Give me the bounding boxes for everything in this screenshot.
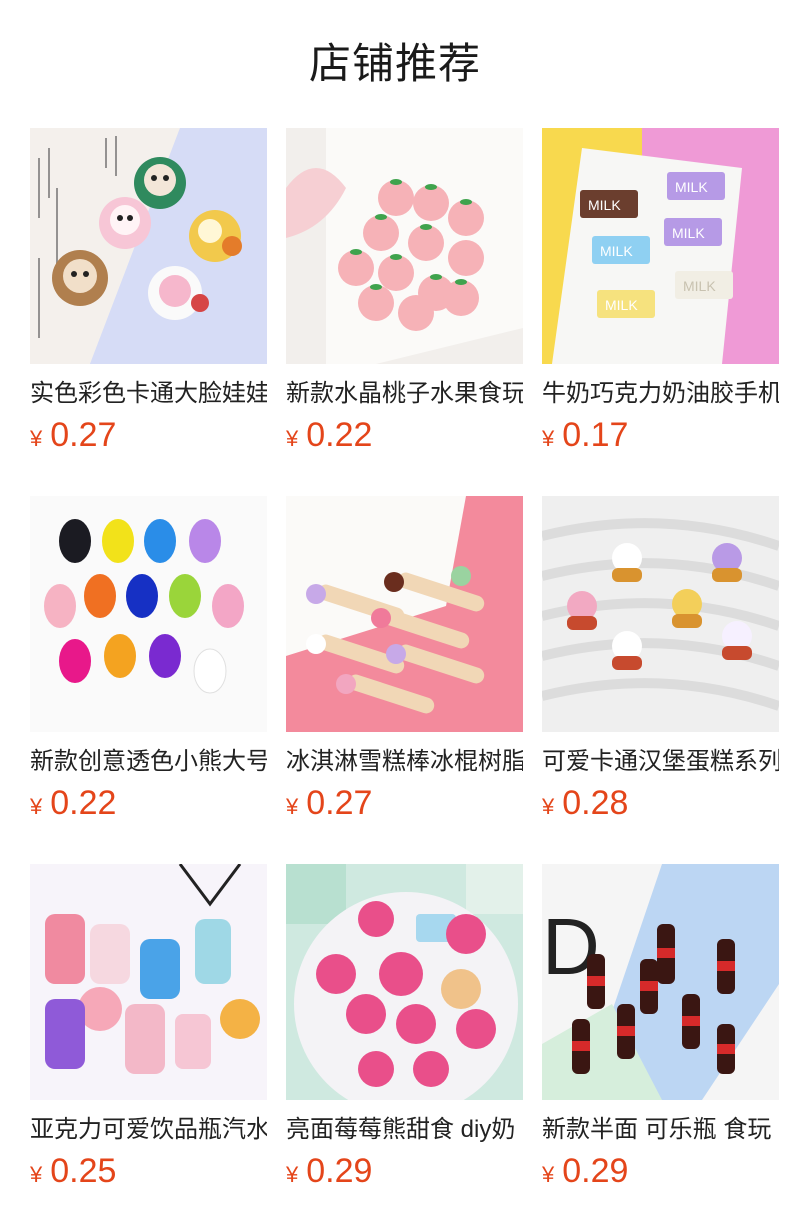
product-title[interactable]: 冰淇淋雪糕棒冰棍树脂: [286, 746, 523, 778]
currency-symbol: ¥: [542, 794, 555, 819]
product-price: ¥ 0.27: [30, 416, 116, 456]
svg-text:MILK: MILK: [672, 225, 705, 241]
page-title: 店铺推荐: [308, 39, 481, 87]
currency-symbol: ¥: [30, 794, 43, 819]
currency-symbol: ¥: [286, 1162, 299, 1187]
product-title[interactable]: 新款半面 可乐瓶 食玩: [542, 1114, 779, 1146]
product-title[interactable]: 可爱卡通汉堡蛋糕系列: [542, 746, 779, 778]
product-image[interactable]: D: [542, 864, 779, 1100]
product-title[interactable]: 新款创意透色小熊大号: [30, 746, 267, 778]
svg-text:MILK: MILK: [683, 278, 716, 294]
product-price: ¥ 0.17: [542, 416, 628, 456]
price-value: 0.22: [306, 416, 373, 454]
product-title[interactable]: 实色彩色卡通大脸娃娃: [30, 378, 267, 410]
currency-symbol: ¥: [30, 426, 43, 451]
product-price: ¥ 0.28: [542, 784, 628, 824]
product-card[interactable]: 实色彩色卡通大脸娃娃 ¥ 0.27: [30, 128, 267, 468]
product-card[interactable]: 冰淇淋雪糕棒冰棍树脂 ¥ 0.27: [286, 496, 523, 836]
product-image[interactable]: [542, 496, 779, 732]
product-card[interactable]: MILK MILK MILK MILK MILK MILK 牛奶巧克力奶油胶手机 ¥…: [542, 128, 779, 468]
product-price: ¥ 0.25: [30, 1152, 116, 1192]
product-image[interactable]: [30, 496, 267, 732]
recommend-header: 店铺推荐: [0, 0, 790, 128]
currency-symbol: ¥: [542, 1162, 555, 1187]
product-price: ¥ 0.27: [286, 784, 372, 824]
product-price: ¥ 0.29: [542, 1152, 628, 1192]
product-title[interactable]: 新款水晶桃子水果食玩: [286, 378, 523, 410]
product-price: ¥ 0.22: [286, 416, 372, 456]
price-value: 0.28: [562, 784, 629, 822]
product-card[interactable]: 新款水晶桃子水果食玩 ¥ 0.22: [286, 128, 523, 468]
price-value: 0.22: [50, 784, 117, 822]
product-image[interactable]: [286, 864, 523, 1100]
product-price: ¥ 0.22: [30, 784, 116, 824]
product-card[interactable]: D 新款半面 可乐瓶 食玩 ¥ 0.29: [542, 864, 779, 1204]
currency-symbol: ¥: [286, 794, 299, 819]
product-title[interactable]: 亮面莓莓熊甜食 diy奶: [286, 1114, 523, 1146]
currency-symbol: ¥: [542, 426, 555, 451]
currency-symbol: ¥: [286, 426, 299, 451]
price-value: 0.29: [306, 1152, 373, 1190]
product-image[interactable]: [286, 128, 523, 364]
product-price: ¥ 0.29: [286, 1152, 372, 1192]
svg-text:MILK: MILK: [605, 297, 638, 313]
price-value: 0.17: [562, 416, 629, 454]
product-card[interactable]: 新款创意透色小熊大号 ¥ 0.22: [30, 496, 267, 836]
price-value: 0.29: [562, 1152, 629, 1190]
price-value: 0.25: [50, 1152, 117, 1190]
product-image[interactable]: [30, 128, 267, 364]
product-image[interactable]: [286, 496, 523, 732]
svg-text:MILK: MILK: [600, 243, 633, 259]
product-title[interactable]: 牛奶巧克力奶油胶手机: [542, 378, 779, 410]
svg-text:MILK: MILK: [675, 179, 708, 195]
product-card[interactable]: 亚克力可爱饮品瓶汽水 ¥ 0.25: [30, 864, 267, 1204]
currency-symbol: ¥: [30, 1162, 43, 1187]
svg-text:MILK: MILK: [588, 197, 621, 213]
product-title[interactable]: 亚克力可爱饮品瓶汽水: [30, 1114, 267, 1146]
product-image[interactable]: [30, 864, 267, 1100]
product-image[interactable]: MILK MILK MILK MILK MILK MILK: [542, 128, 779, 364]
product-card[interactable]: 可爱卡通汉堡蛋糕系列 ¥ 0.28: [542, 496, 779, 836]
product-card[interactable]: 亮面莓莓熊甜食 diy奶 ¥ 0.29: [286, 864, 523, 1204]
price-value: 0.27: [50, 416, 117, 454]
price-value: 0.27: [306, 784, 373, 822]
